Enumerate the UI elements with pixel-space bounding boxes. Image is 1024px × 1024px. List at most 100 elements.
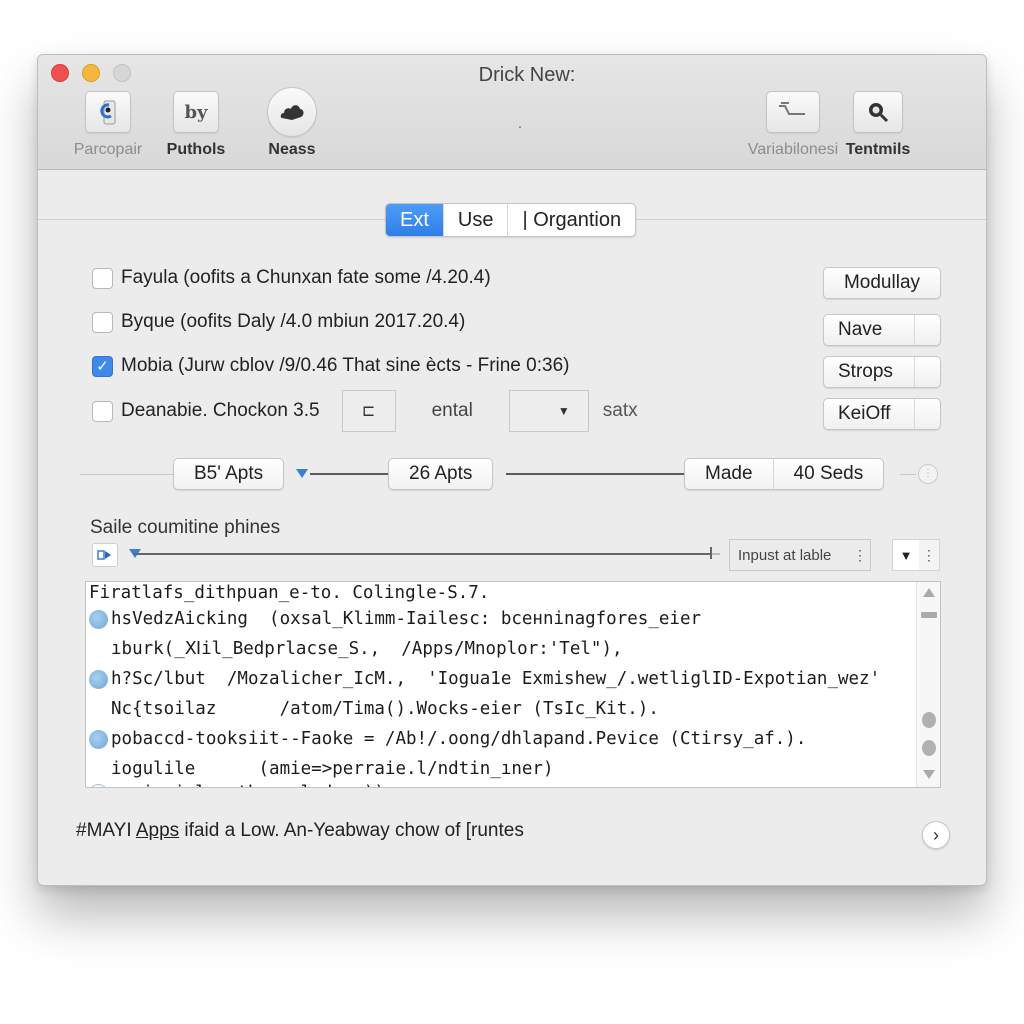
pill-26-apts[interactable]: 26 Apts xyxy=(388,458,494,490)
window-title: Drick New: xyxy=(478,64,576,86)
track-line-right xyxy=(900,474,916,475)
button-label: Nave xyxy=(838,319,883,340)
button-label: Modullay xyxy=(843,272,921,293)
code-line: ıburk(_Ⅺil_Bedprlacse_S., /Apps/Mnoplor:… xyxy=(89,634,914,664)
toolbar-label: Tentmils xyxy=(845,141,911,158)
toolbar-label: Neass xyxy=(268,141,316,158)
button-stub xyxy=(914,399,940,429)
option-row: Byque (oofits Daly /4.0 mbiun 2017.20.4) xyxy=(92,311,465,333)
code-text: ıburk(_Ⅺil_Bedprlacse_S., /Apps/Mnoplor:… xyxy=(111,639,623,659)
code-line: Firatlafs_dithpuan_e-to. Colingle-S.7. xyxy=(89,582,914,604)
inline-dropdown[interactable]: ▼ xyxy=(508,390,589,432)
pill-label: 40 Seds xyxy=(793,463,864,484)
stepper-icon[interactable]: ⋮ xyxy=(850,548,870,562)
pill-label: B5' Apts xyxy=(194,463,264,484)
code-text: h?Sc/lbut /Mozalicher_IcM., 'Iogua1e Exm… xyxy=(111,669,881,689)
user-badge-icon xyxy=(85,91,131,133)
button-stub xyxy=(914,357,940,387)
toolbar-label: Puthols xyxy=(166,141,226,158)
option-checkbox[interactable] xyxy=(92,267,113,289)
footer-rest: ifaid a Low. An-Yeabway chow of [runtes xyxy=(179,820,524,841)
code-text: navivcial - ther-cl dera)) xyxy=(111,784,385,787)
cloud-icon xyxy=(267,87,317,137)
pill-label: 26 Apts xyxy=(409,463,473,484)
tab-use[interactable]: Use xyxy=(444,204,509,236)
tab-ext[interactable]: Ext xyxy=(386,204,444,236)
next-button[interactable]: › xyxy=(922,821,950,849)
inline-label: ental xyxy=(431,400,473,421)
strops-button[interactable]: Strops xyxy=(823,356,941,388)
code-text: Firatlafs_dithpuan_e-to. Colingle-S.7. xyxy=(89,583,490,603)
bullet-icon xyxy=(89,729,108,749)
code-output-area[interactable]: Firatlafs_dithpuan_e-to. Colingle-S.7. h… xyxy=(85,581,941,788)
footer-apps-link[interactable]: Apps xyxy=(136,820,179,841)
scroll-thumb[interactable] xyxy=(921,612,937,618)
code-line: pobaccd-tooksiit--Faoke = /Ab!/.oong/dhl… xyxy=(89,724,914,754)
chevron-down-icon: ▼ xyxy=(557,404,570,418)
track-thumb[interactable] xyxy=(296,469,308,478)
keioff-button[interactable]: KeiOff xyxy=(823,398,941,430)
bullet-icon xyxy=(89,609,108,629)
option-label: Fayula (oofits a Chunxan fate some /4.20… xyxy=(121,267,491,288)
toolbar-item-parcopair[interactable]: Parcopair xyxy=(58,91,158,159)
scroll-marker xyxy=(922,712,936,728)
toolbar-item-neass[interactable]: Neass xyxy=(242,87,342,159)
option-label: Mobia (Jurw cblov /9/0.46 That sine ècts… xyxy=(121,355,570,376)
option-row: Deanabie. Chockon 3.5 ⊏ ental ▼ satx xyxy=(92,390,638,432)
toolbar-item-tentmils[interactable]: Tentmils xyxy=(828,91,928,159)
square-icon: ⊏ xyxy=(361,403,376,420)
toolbar: Drick New: . Parcopair by Puthols Neass … xyxy=(38,55,986,170)
track-line-left xyxy=(80,474,175,475)
toolbar-label: Parcopair xyxy=(73,141,143,158)
option-label: Deanabie. Chockon 3.5 xyxy=(121,400,320,421)
code-line: navivcial - ther-cl dera)) xyxy=(89,784,914,787)
tab-organtion[interactable]: | Organtion xyxy=(508,204,635,236)
text-style-icon: by xyxy=(173,91,219,133)
button-label: KeiOff xyxy=(838,403,891,424)
option-checkbox[interactable] xyxy=(92,311,113,333)
footer-status: #MAYI Apps ifaid a Low. An-Yeabway chow … xyxy=(76,820,524,842)
button-label: Strops xyxy=(838,361,893,382)
option-row: Fayula (oofits a Chunxan fate some /4.20… xyxy=(92,267,491,289)
panel-icon xyxy=(97,550,111,560)
mini-dropdown[interactable]: ▼ ⋮ xyxy=(892,539,940,571)
field-label: Inpust at lable xyxy=(738,546,832,564)
code-text: iogulile (amie=>perraie.l/ndtin_ıner) xyxy=(111,759,554,779)
option-checkbox-checked[interactable]: ✓ xyxy=(92,355,113,377)
track-line xyxy=(310,473,390,475)
toolbar-separator: . xyxy=(518,115,522,131)
scroll-down-icon[interactable] xyxy=(923,770,935,779)
code-text: pobaccd-tooksiit--Faoke = /Ab!/.oong/dhl… xyxy=(111,729,807,749)
text-style-glyph: by xyxy=(184,101,208,123)
nave-button[interactable]: Nave xyxy=(823,314,941,346)
input-table-field[interactable]: Inpust at lable ⋮ xyxy=(729,539,871,571)
code-line: iogulile (amie=>perraie.l/ndtin_ıner) xyxy=(89,754,914,784)
button-stub xyxy=(914,315,940,345)
toolbar-item-puthols[interactable]: by Puthols xyxy=(146,91,246,159)
code-line: Nc{tsoilaz /atom/Tima().Wocks-eier (TsIc… xyxy=(89,694,914,724)
track-line xyxy=(506,473,686,475)
footer-prefix: #MAYI xyxy=(76,820,136,841)
track-end-handle[interactable]: ⋮ xyxy=(918,464,938,484)
inline-toggle-button[interactable]: ⊏ xyxy=(341,390,396,432)
app-window: Drick New: . Parcopair by Puthols Neass … xyxy=(37,54,987,886)
slider-tail xyxy=(712,553,720,555)
code-line: hsVedzAicking (oxsal_Klimm-Iailesc: bceн… xyxy=(89,604,914,634)
option-row: ✓ Mobia (Jurw cblov /9/0.46 That sine èc… xyxy=(92,355,569,377)
pill-b5-apts[interactable]: B5' Apts xyxy=(173,458,285,490)
toggle-view-button[interactable] xyxy=(92,543,118,567)
code-line: h?Sc/lbut /Mozalicher_IcM., 'Iogua1e Exm… xyxy=(89,664,914,694)
bullet-icon xyxy=(89,784,108,787)
section-title: Saile coumitine phines xyxy=(90,517,281,538)
pill-label: Made xyxy=(705,463,753,484)
option-label: Byque (oofits Daly /4.0 mbiun 2017.20.4) xyxy=(121,311,466,332)
inline-suffix-label: satx xyxy=(602,400,638,421)
tab-bar: Ext Use | Organtion xyxy=(385,203,637,237)
slider-track[interactable] xyxy=(134,553,714,555)
modullay-button[interactable]: Modullay xyxy=(823,267,941,299)
vertical-scrollbar[interactable] xyxy=(916,582,940,787)
option-checkbox[interactable] xyxy=(92,400,113,422)
scroll-up-icon[interactable] xyxy=(923,588,935,597)
pill-made-seds[interactable]: Made 40 Seds xyxy=(684,458,885,490)
bullet-icon xyxy=(89,669,108,689)
